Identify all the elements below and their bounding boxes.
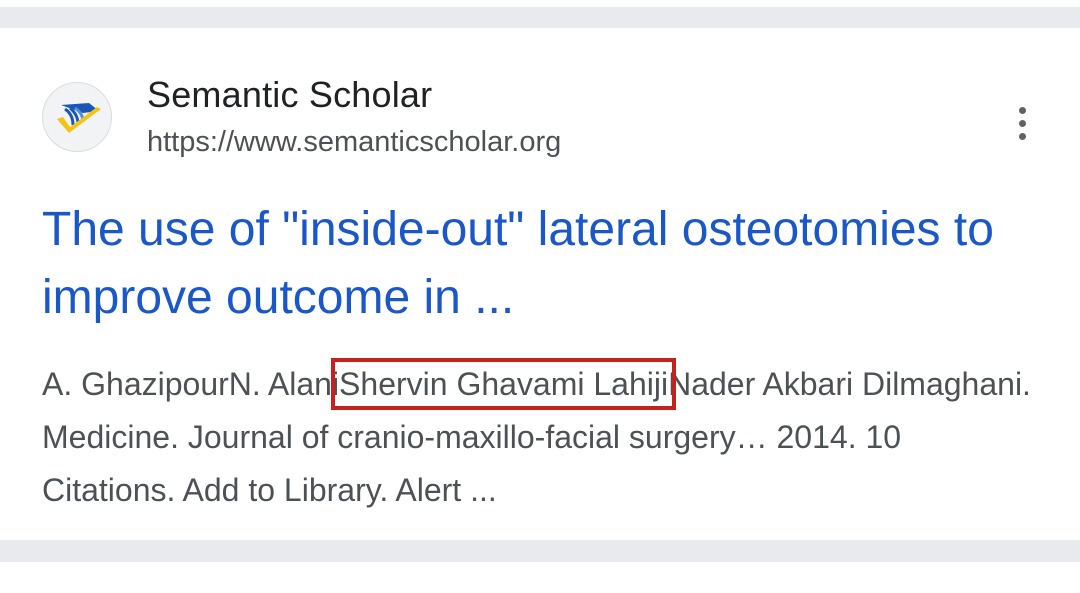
result-title-link[interactable]: The use of "inside-out" lateral osteotom… xyxy=(42,196,1052,332)
search-results-page: Semantic Scholar https://www.semanticsch… xyxy=(0,0,1080,593)
more-dot xyxy=(1018,119,1026,127)
result-snippet: A. GhazipourN. AlaniShervin Ghavami Lahi… xyxy=(42,358,1042,517)
top-separator xyxy=(0,0,1080,28)
semantic-scholar-logo-icon[interactable] xyxy=(42,82,112,152)
snippet-authors-before: A. GhazipourN. Alani xyxy=(42,366,340,402)
more-dot xyxy=(1018,106,1026,114)
more-vert-icon[interactable] xyxy=(1000,98,1044,148)
divider xyxy=(0,7,1080,28)
highlighted-author: Shervin Ghavami Lahiji xyxy=(331,358,677,410)
logo-graphic xyxy=(57,103,101,133)
bottom-separator xyxy=(0,540,1080,562)
site-name[interactable]: Semantic Scholar xyxy=(147,74,432,116)
site-url[interactable]: https://www.semanticscholar.org xyxy=(147,126,561,159)
search-result-card: Semantic Scholar https://www.semanticsch… xyxy=(0,28,1080,540)
more-dot xyxy=(1018,132,1026,140)
